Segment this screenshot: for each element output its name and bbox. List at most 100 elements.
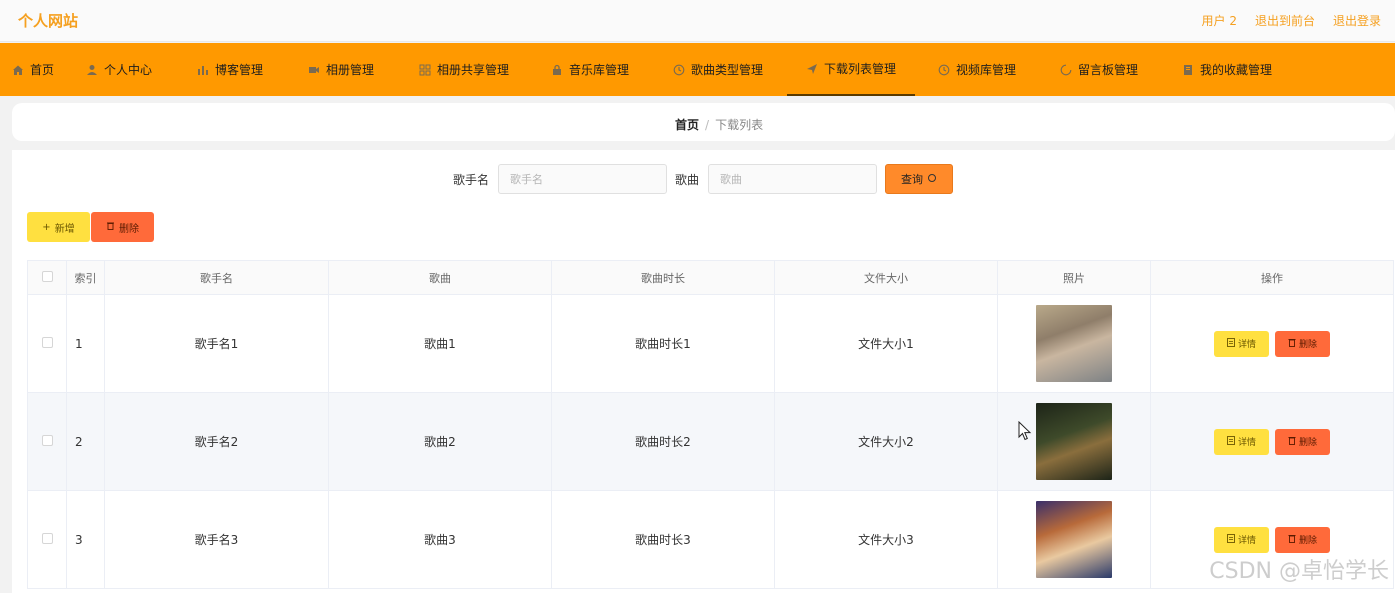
user-menu: 用户 2 退出到前台 退出登录 (1202, 12, 1381, 29)
select-all-cell[interactable] (27, 260, 67, 295)
row-size: 文件大小1 (774, 294, 998, 393)
row-checkbox[interactable] (41, 434, 53, 446)
row-size: 文件大小2 (774, 392, 998, 491)
song-input[interactable] (708, 164, 878, 194)
singer-input[interactable] (498, 164, 668, 194)
table-row: 1 歌手名1 歌曲1 歌曲时长1 文件大小1 详情 删除 (27, 294, 1394, 393)
video-icon (308, 64, 320, 76)
detail-icon (1227, 435, 1235, 448)
query-label: 查询 (901, 173, 924, 186)
row-duration: 歌曲时长1 (551, 294, 775, 393)
remove-label: 删除 (1298, 536, 1317, 546)
nav-label: 博客管理 (215, 63, 264, 77)
column-header: 索引 (66, 260, 105, 295)
nav-label: 音乐库管理 (569, 63, 630, 77)
search-form: 歌手名 歌曲 查询 (453, 164, 954, 194)
column-header: 歌手名 (104, 260, 329, 295)
nav-item-favorites[interactable]: 我的收藏管理 (1182, 43, 1272, 96)
column-header: 文件大小 (774, 260, 998, 295)
detail-icon (1227, 533, 1235, 546)
logout-link[interactable]: 退出登录 (1333, 12, 1381, 29)
lock-icon (551, 64, 563, 76)
select-all-checkbox[interactable] (41, 270, 53, 282)
row-song: 歌曲1 (328, 294, 552, 393)
table-row: 2 歌手名2 歌曲2 歌曲时长2 文件大小2 详情 删除 (27, 392, 1394, 491)
nav-item-music[interactable]: 音乐库管理 (551, 43, 629, 96)
nav-item-home[interactable]: 首页 (12, 43, 54, 96)
breadcrumb-card: 首页 / 下载列表 (12, 103, 1395, 141)
nav-item-video[interactable]: 视频库管理 (938, 43, 1016, 96)
trash-icon (1288, 436, 1296, 448)
back-to-front-link[interactable]: 退出到前台 (1255, 12, 1315, 29)
search-icon (927, 173, 937, 186)
nav-item-download-list[interactable]: 下载列表管理 (787, 43, 916, 96)
trash-icon (106, 221, 115, 233)
nav-label: 留言板管理 (1078, 63, 1139, 77)
plus-icon: + (42, 221, 51, 233)
row-singer: 歌手名3 (104, 490, 329, 589)
detail-button[interactable]: 详情 (1214, 330, 1269, 357)
column-header: 操作 (1150, 260, 1394, 295)
mouse-cursor-icon (1018, 421, 1032, 441)
nav-label: 歌曲类型管理 (691, 63, 764, 77)
remove-button[interactable]: 删除 (1275, 428, 1330, 455)
row-index: 1 (66, 294, 105, 393)
row-photo-cell (997, 490, 1151, 589)
row-checkbox[interactable] (41, 532, 53, 544)
nav-item-album-share[interactable]: 相册共享管理 (419, 43, 509, 96)
row-photo (1036, 501, 1112, 578)
row-singer: 歌手名2 (104, 392, 329, 491)
song-label: 歌曲 (675, 172, 700, 187)
nav-item-message-board[interactable]: 留言板管理 (1060, 43, 1138, 96)
nav-label: 相册管理 (326, 63, 375, 77)
column-header: 照片 (997, 260, 1151, 295)
document-icon (1182, 64, 1194, 76)
site-title: 个人网站 (18, 12, 79, 30)
send-icon (806, 63, 818, 75)
home-icon (12, 64, 24, 76)
remove-button[interactable]: 删除 (1275, 526, 1330, 553)
row-size: 文件大小3 (774, 490, 998, 589)
remove-label: 删除 (1298, 438, 1317, 448)
singer-label: 歌手名 (453, 172, 490, 187)
nav-label: 相册共享管理 (437, 63, 510, 77)
nav-label: 下载列表管理 (824, 62, 897, 76)
query-button[interactable]: 查询 (885, 164, 954, 194)
row-photo-cell (997, 294, 1151, 393)
nav-item-profile[interactable]: 个人中心 (86, 43, 152, 96)
remove-button[interactable]: 删除 (1275, 330, 1330, 357)
table-header-row: 索引 歌手名 歌曲 歌曲时长 文件大小 照片 操作 (27, 260, 1394, 295)
trash-icon (1288, 338, 1296, 350)
nav-item-album[interactable]: 相册管理 (308, 43, 374, 96)
row-checkbox[interactable] (41, 336, 53, 348)
column-header: 歌曲时长 (551, 260, 775, 295)
user-icon (86, 64, 98, 76)
detail-button[interactable]: 详情 (1214, 428, 1269, 455)
user-name[interactable]: 用户 2 (1202, 12, 1237, 29)
detail-label: 详情 (1237, 340, 1256, 350)
loading-icon (1060, 64, 1072, 76)
watermark: CSDN @卓怡学长 (1209, 559, 1389, 584)
grid-icon (419, 64, 431, 76)
top-bar: 个人网站 用户 2 退出到前台 退出登录 (0, 0, 1395, 42)
row-index: 2 (66, 392, 105, 491)
row-duration: 歌曲时长3 (551, 490, 775, 589)
detail-button[interactable]: 详情 (1214, 526, 1269, 553)
nav-label: 首页 (30, 63, 55, 77)
row-duration: 歌曲时长2 (551, 392, 775, 491)
nav-label: 我的收藏管理 (1200, 63, 1273, 77)
nav-label: 个人中心 (104, 63, 153, 77)
breadcrumb: 首页 / 下载列表 (675, 116, 763, 133)
bar-chart-icon (197, 64, 209, 76)
delete-button[interactable]: 删除 (91, 212, 154, 242)
main-nav: 首页 个人中心 博客管理 相册管理 相册共享管理 音乐库管理 歌曲类型管理 下载… (0, 43, 1395, 96)
nav-item-song-type[interactable]: 歌曲类型管理 (673, 43, 763, 96)
detail-label: 详情 (1237, 536, 1256, 546)
row-index: 3 (66, 490, 105, 589)
add-label: 新增 (54, 223, 75, 235)
nav-item-blog[interactable]: 博客管理 (197, 43, 263, 96)
remove-label: 删除 (1298, 340, 1317, 350)
breadcrumb-home[interactable]: 首页 (675, 118, 699, 132)
add-button[interactable]: + 新增 (27, 212, 90, 242)
row-singer: 歌手名1 (104, 294, 329, 393)
